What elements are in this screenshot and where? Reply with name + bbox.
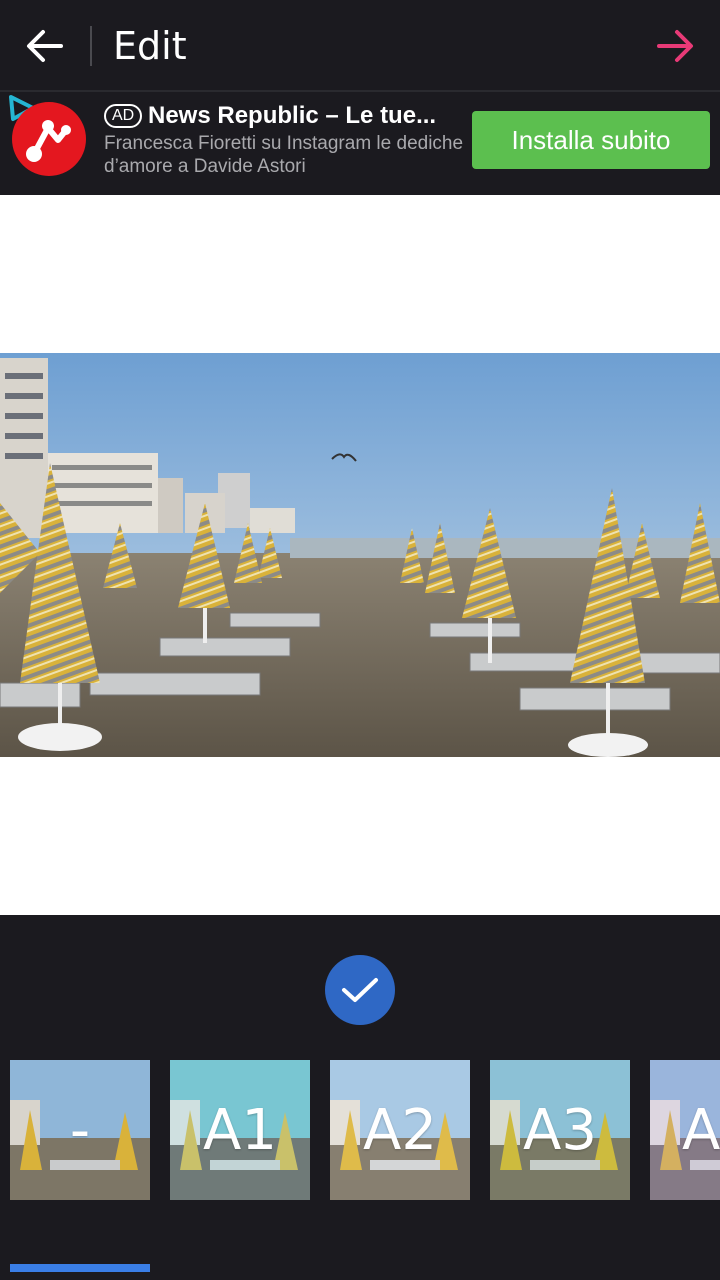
filter-label: A2 [363, 1097, 437, 1163]
top-bar: Edit [0, 0, 720, 92]
back-arrow-icon [27, 30, 63, 62]
confirm-button[interactable] [325, 955, 395, 1025]
filter-thumb-a1[interactable]: A1 [170, 1060, 310, 1200]
forward-arrow-icon [657, 30, 693, 62]
filter-label: - [69, 1097, 91, 1163]
filter-selection-indicator [10, 1264, 150, 1272]
filter-label: A3 [523, 1097, 597, 1163]
filter-thumb-a4[interactable]: A [650, 1060, 720, 1200]
news-republic-mark-icon [26, 120, 71, 162]
news-republic-logo[interactable] [12, 102, 86, 176]
filter-label: A [682, 1097, 720, 1163]
beach-photo-image [0, 353, 720, 757]
beach-photo[interactable] [0, 353, 720, 757]
title-divider [90, 26, 92, 66]
install-button[interactable]: Installa subito [472, 111, 710, 169]
filter-label: A1 [203, 1097, 277, 1163]
next-button[interactable] [648, 20, 702, 72]
ad-description[interactable]: Francesca Fioretti su Instagram le dedic… [104, 132, 464, 178]
filter-thumb-a2[interactable]: A2 [330, 1060, 470, 1200]
page-title: Edit [113, 24, 187, 68]
filter-thumb-original[interactable]: - [10, 1060, 150, 1200]
checkmark-icon [342, 978, 378, 1002]
back-button[interactable] [18, 20, 72, 72]
ad-badge: AD [104, 104, 143, 128]
ad-title[interactable]: News Republic – Le tue... [148, 101, 436, 131]
filter-thumb-a3[interactable]: A3 [490, 1060, 630, 1200]
edit-canvas [0, 195, 720, 915]
